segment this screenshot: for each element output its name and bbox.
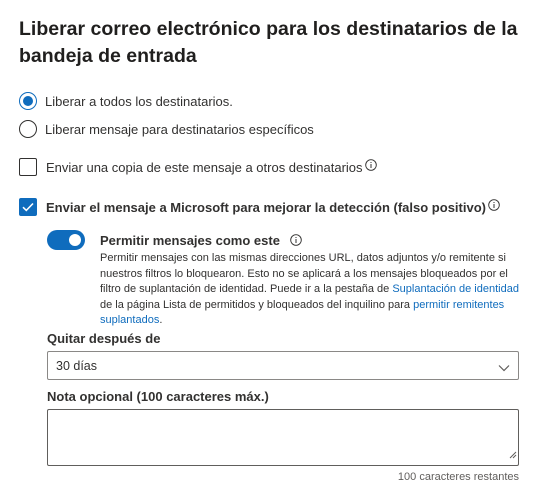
- spoofing-tab-link[interactable]: Suplantación de identidad: [392, 283, 519, 295]
- info-icon[interactable]: [364, 158, 377, 176]
- optional-note-label: Nota opcional (100 caracteres máx.): [47, 389, 269, 404]
- optional-note-textarea[interactable]: [47, 409, 519, 466]
- allow-messages-title: Permitir mensajes como este: [100, 233, 302, 249]
- radio-release-specific-label: Liberar mensaje para destinatarios espec…: [45, 121, 314, 137]
- info-icon[interactable]: [488, 198, 500, 216]
- send-copy-checkbox[interactable]: [19, 158, 37, 176]
- radio-release-all[interactable]: Liberar a todos los destinatarios.: [19, 92, 233, 110]
- chevron-down-icon: [498, 360, 510, 378]
- description-text: .: [159, 314, 163, 327]
- resize-handle-icon[interactable]: [509, 446, 517, 464]
- allow-messages-label: Permitir mensajes como este: [100, 233, 280, 248]
- radio-button-selected[interactable]: [19, 92, 37, 110]
- remove-after-value: 30 días: [56, 359, 98, 373]
- allow-messages-toggle[interactable]: [47, 230, 85, 250]
- character-counter: 100 caracteres restantes: [397, 471, 519, 483]
- checkbox-send-copy[interactable]: Enviar una copia de este mensaje a otros…: [19, 158, 377, 176]
- radio-release-all-label: Liberar a todos los destinatarios.: [45, 93, 233, 109]
- report-microsoft-checkbox[interactable]: [19, 198, 37, 216]
- send-copy-label: Enviar una copia de este mensaje a otros…: [46, 159, 363, 175]
- report-microsoft-label: Enviar el mensaje a Microsoft para mejor…: [46, 199, 486, 215]
- checkbox-report-microsoft[interactable]: Enviar el mensaje a Microsoft para mejor…: [19, 198, 500, 216]
- remove-after-dropdown[interactable]: 30 días: [47, 351, 519, 380]
- radio-release-specific[interactable]: Liberar mensaje para destinatarios espec…: [19, 120, 314, 138]
- remove-after-label: Quitar después de: [47, 331, 161, 346]
- info-icon[interactable]: [289, 234, 302, 249]
- radio-button[interactable]: [19, 120, 37, 138]
- panel-title: Liberar correo electrónico para los dest…: [19, 18, 518, 67]
- allow-messages-description: Permitir mensajes con las mismas direcci…: [100, 251, 520, 329]
- description-text: de la página Lista de permitidos y bloqu…: [100, 298, 414, 311]
- checkmark-icon: [22, 202, 34, 212]
